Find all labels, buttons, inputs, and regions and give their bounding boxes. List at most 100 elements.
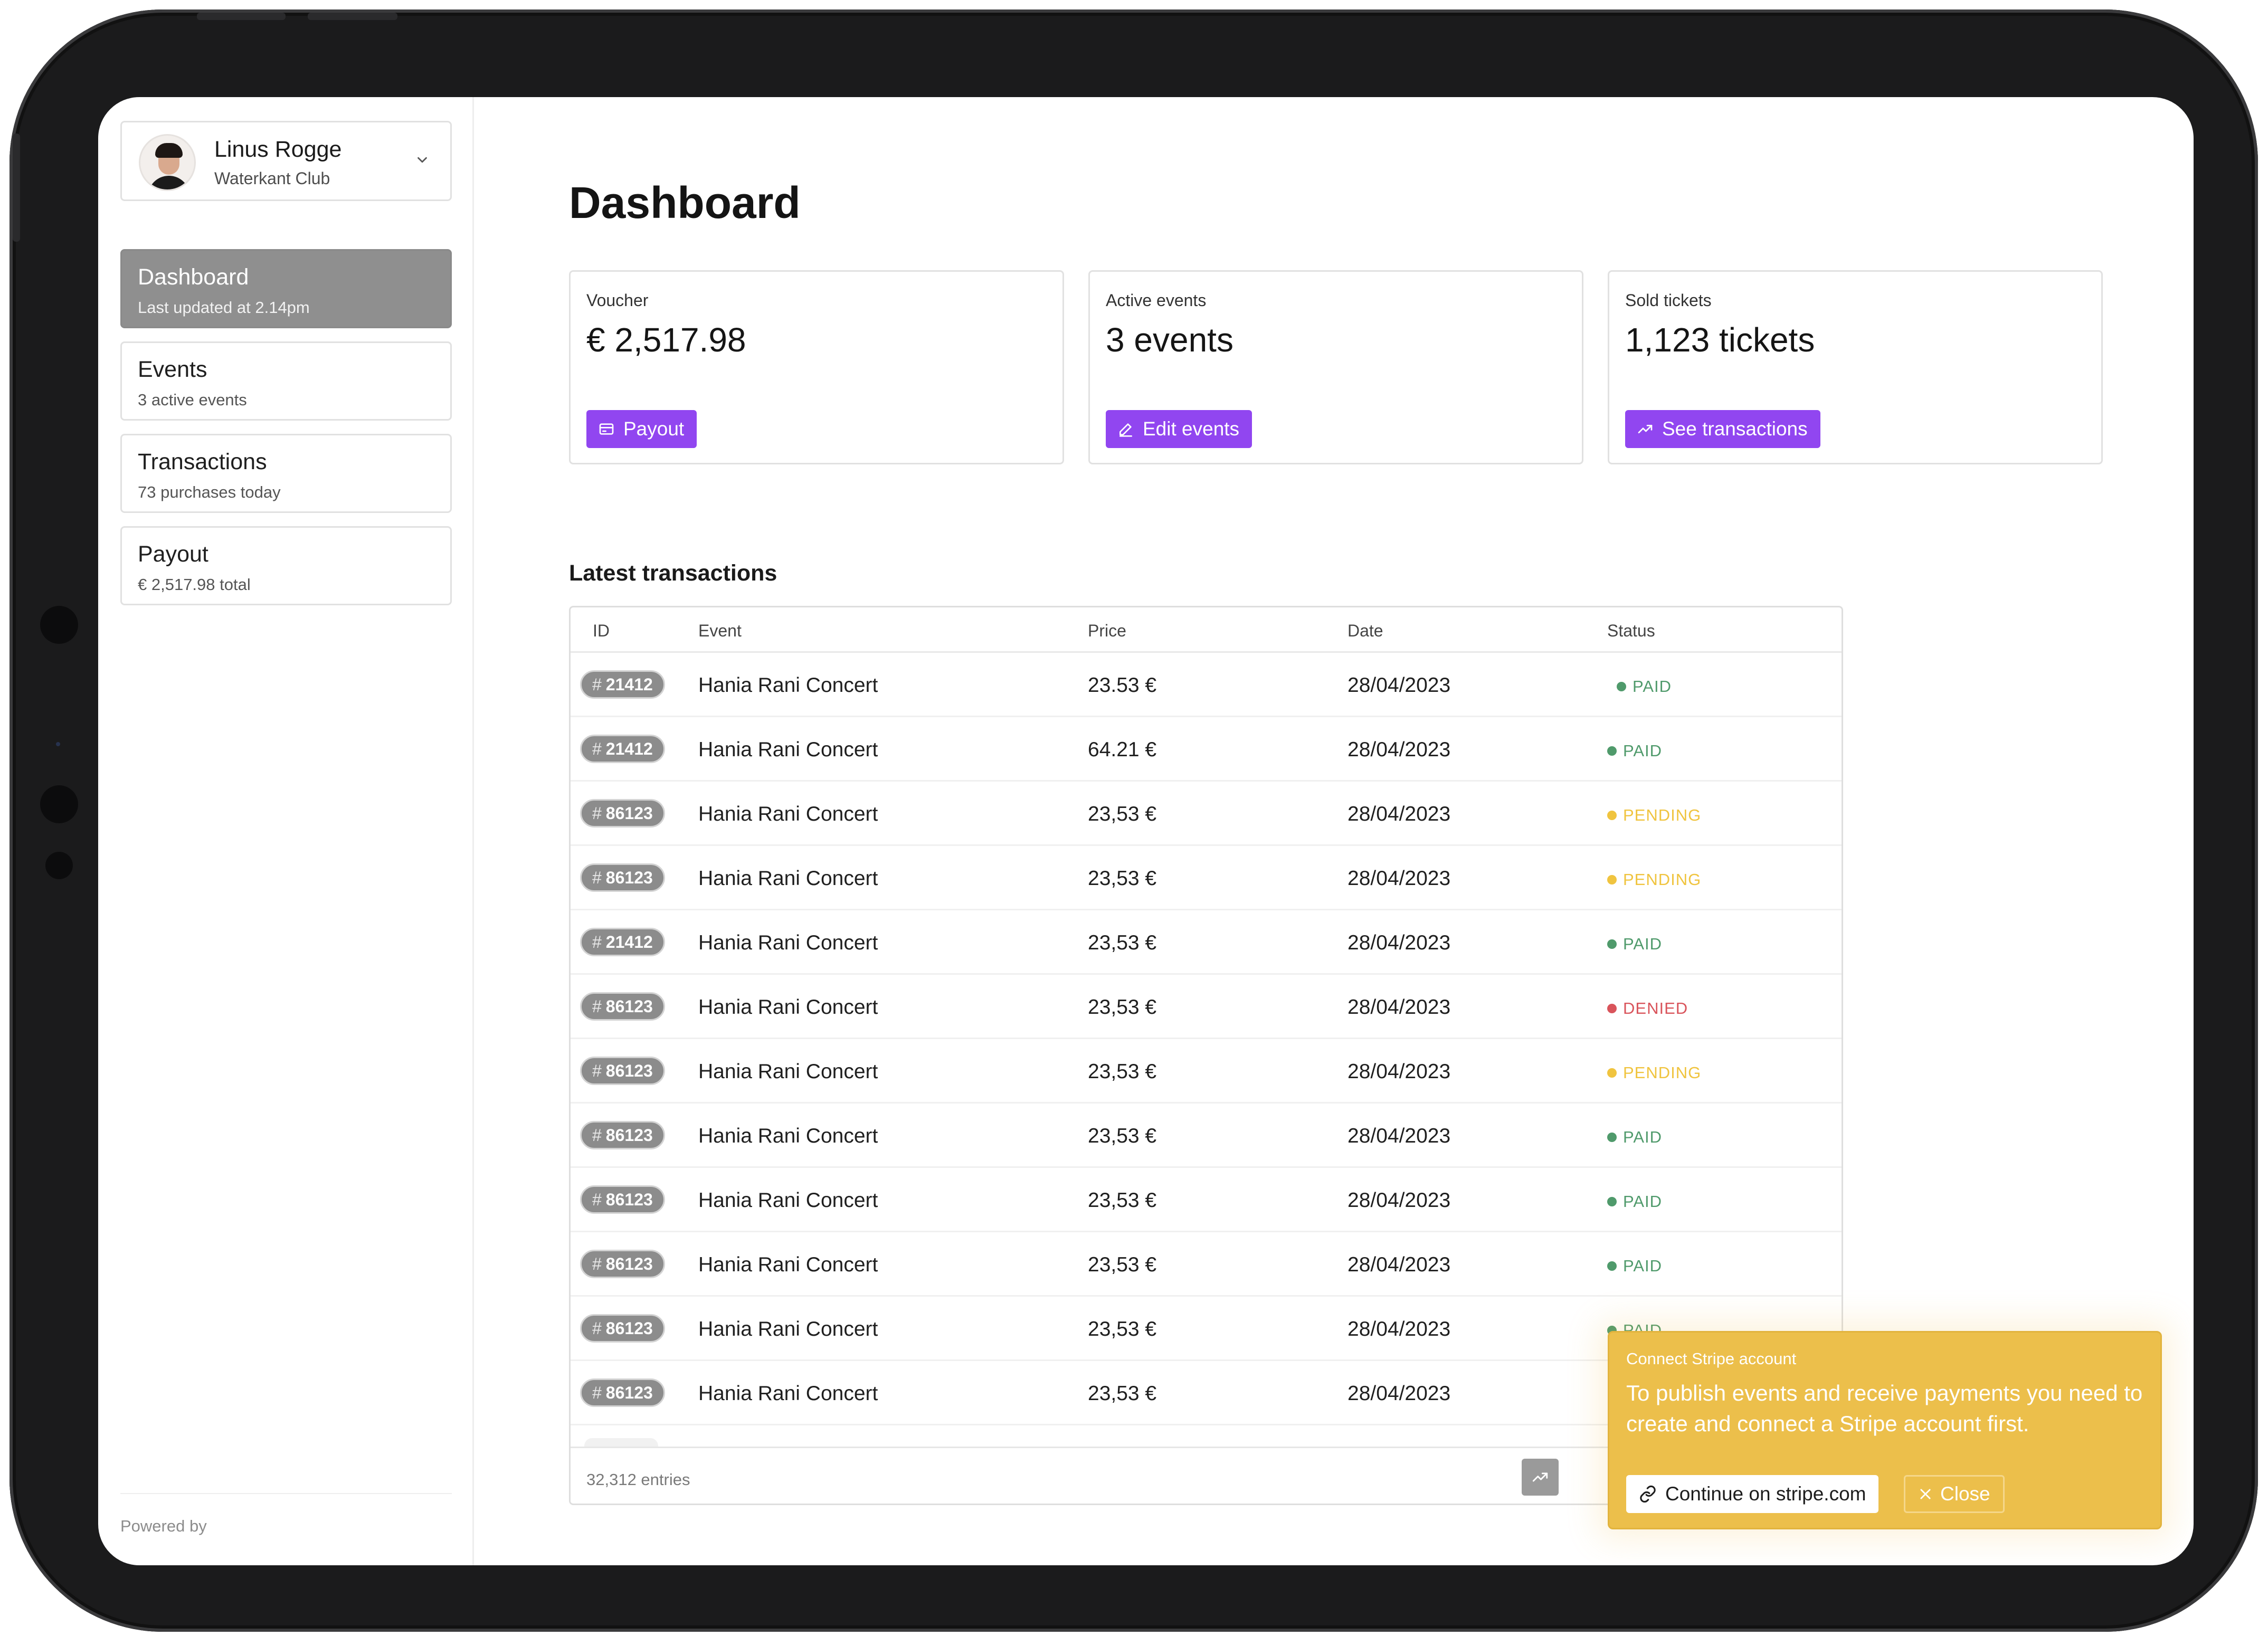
sidebar-item-events[interactable]: Events 3 active events	[120, 341, 452, 421]
status-dot	[1607, 1004, 1617, 1013]
column-header-date[interactable]: Date	[1347, 621, 1383, 641]
event-cell: Hania Rani Concert	[698, 1060, 878, 1083]
date-cell: 28/04/2023	[1347, 738, 1451, 761]
stat-card-sold-tickets: Sold tickets 1,123 tickets See transacti…	[1608, 270, 2103, 464]
column-header-status[interactable]: Status	[1607, 621, 1655, 641]
pencil-icon	[1119, 423, 1132, 437]
date-cell: 28/04/2023	[1347, 1382, 1451, 1405]
hash-icon: #	[592, 1125, 602, 1145]
trend-up-icon	[1532, 1472, 1548, 1482]
chevron-down-icon[interactable]	[414, 152, 430, 168]
sidebar-item-dashboard[interactable]: Dashboard Last updated at 2.14pm	[120, 249, 452, 328]
stat-value: 1,123 tickets	[1625, 321, 1815, 359]
transaction-id: 86123	[605, 1125, 653, 1145]
status-badge: PAID	[1607, 741, 1662, 760]
status-badge: PAID	[1607, 1192, 1662, 1211]
table-row[interactable]: #86123 Hania Rani Concert 23,53 € 28/04/202…	[571, 1104, 1842, 1168]
volume-button	[197, 13, 286, 20]
table-row[interactable]: #86123 Hania Rani Concert 23,53 € 28/04/202…	[571, 975, 1842, 1039]
transaction-id-badge[interactable]: #21412	[580, 670, 665, 699]
event-cell: Hania Rani Concert	[698, 803, 878, 825]
status-badge: PENDING	[1607, 806, 1701, 825]
camera-sensor	[45, 852, 73, 879]
transaction-id-badge[interactable]: #86123	[580, 1057, 665, 1085]
edit-events-button-label: Edit events	[1143, 418, 1240, 440]
page-title: Dashboard	[569, 178, 801, 227]
hash-icon: #	[592, 1061, 602, 1080]
hash-icon: #	[592, 868, 602, 887]
status-text: PAID	[1623, 741, 1663, 760]
stat-label: Active events	[1106, 291, 1207, 310]
date-cell: 28/04/2023	[1347, 996, 1451, 1019]
stat-label: Sold tickets	[1625, 291, 1712, 310]
table-header: ID Event Price Date Status	[571, 607, 1842, 653]
see-transactions-button[interactable]: See transactions	[1625, 410, 1820, 448]
toast-title: Connect Stripe account	[1626, 1349, 1797, 1368]
date-cell: 28/04/2023	[1347, 1189, 1451, 1212]
hash-icon: #	[592, 996, 602, 1016]
continue-stripe-button[interactable]: Continue on stripe.com	[1626, 1475, 1879, 1513]
event-cell: Hania Rani Concert	[698, 1382, 878, 1405]
status-dot	[1607, 811, 1617, 820]
status-text: PENDING	[1623, 1063, 1702, 1082]
transaction-id: 21412	[605, 674, 653, 694]
camera-indicator	[56, 742, 60, 746]
status-dot	[1617, 682, 1626, 691]
price-cell: 23,53 €	[1088, 1125, 1157, 1147]
table-row[interactable]: #21412 Hania Rani Concert 23,53 € 28/04/202…	[571, 910, 1842, 975]
camera-sensor	[40, 606, 78, 644]
avatar	[139, 134, 196, 191]
transaction-id: 86123	[605, 1318, 653, 1338]
table-row[interactable]: #86123 Hania Rani Concert 23,53 € 28/04/202…	[571, 1039, 1842, 1104]
sidebar-item-title: Events	[138, 357, 207, 382]
transaction-id-badge[interactable]: #86123	[580, 1185, 665, 1214]
payout-button[interactable]: Payout	[586, 410, 697, 448]
close-button[interactable]: Close	[1904, 1475, 2005, 1513]
tablet-frame: Linus Rogge Waterkant Club Dashboard Las…	[10, 9, 2258, 1632]
transaction-id-badge[interactable]: #86123	[580, 1378, 665, 1407]
transaction-id-badge[interactable]: #86123	[580, 863, 665, 892]
sidebar-item-title: Payout	[138, 541, 208, 567]
transaction-id: 86123	[605, 868, 653, 887]
link-icon	[1640, 1485, 1656, 1503]
sidebar-item-transactions[interactable]: Transactions 73 purchases today	[120, 434, 452, 513]
user-switcher[interactable]: Linus Rogge Waterkant Club	[120, 121, 452, 201]
table-row[interactable]: #86123 Hania Rani Concert 23,53 € 28/04/202…	[571, 846, 1842, 910]
sidebar-item-subtitle: Last updated at 2.14pm	[138, 298, 310, 317]
status-badge: DENIED	[1607, 999, 1688, 1018]
sidebar-item-payout[interactable]: Payout € 2,517.98 total	[120, 526, 452, 605]
column-header-id[interactable]: ID	[593, 621, 610, 641]
transaction-id-badge[interactable]: #21412	[580, 928, 665, 956]
event-cell: Hania Rani Concert	[698, 1253, 878, 1276]
event-cell: Hania Rani Concert	[698, 931, 878, 954]
hash-icon: #	[592, 1383, 602, 1402]
table-row[interactable]: #21412 Hania Rani Concert 64.21 € 28/04/202…	[571, 717, 1842, 782]
hash-icon: #	[592, 1254, 602, 1273]
transaction-id-badge[interactable]: #21412	[580, 735, 665, 763]
date-cell: 28/04/2023	[1347, 1125, 1451, 1147]
transaction-id: 86123	[605, 803, 653, 823]
column-header-event[interactable]: Event	[698, 621, 742, 641]
transaction-id-badge[interactable]: #86123	[580, 1314, 665, 1343]
status-text: PAID	[1633, 677, 1672, 696]
transaction-id-badge[interactable]: #86123	[580, 799, 665, 827]
status-text: PAID	[1623, 935, 1663, 953]
footer-action-button[interactable]	[1522, 1459, 1559, 1496]
event-cell: Hania Rani Concert	[698, 1125, 878, 1147]
table-row[interactable]: #86123 Hania Rani Concert 23,53 € 28/04/202…	[571, 782, 1842, 846]
transaction-id-badge[interactable]: #86123	[580, 1250, 665, 1278]
hash-icon: #	[592, 1318, 602, 1338]
event-cell: Hania Rani Concert	[698, 674, 878, 697]
transaction-id-badge[interactable]: #86123	[580, 1121, 665, 1149]
table-row[interactable]: #86123 Hania Rani Concert 23,53 € 28/04/202…	[571, 1168, 1842, 1232]
column-header-price[interactable]: Price	[1088, 621, 1126, 641]
transaction-id-badge[interactable]: #86123	[580, 992, 665, 1021]
price-cell: 23,53 €	[1088, 1318, 1157, 1340]
edit-events-button[interactable]: Edit events	[1106, 410, 1252, 448]
price-cell: 64.21 €	[1088, 738, 1157, 761]
status-dot	[1607, 1133, 1617, 1142]
table-row[interactable]: #86123 Hania Rani Concert 23,53 € 28/04/202…	[571, 1232, 1842, 1297]
sidebar-item-title: Transactions	[138, 449, 267, 474]
table-row[interactable]: #21412 Hania Rani Concert 23.53 € 28/04/202…	[571, 653, 1842, 717]
close-button-label: Close	[1940, 1483, 1990, 1505]
